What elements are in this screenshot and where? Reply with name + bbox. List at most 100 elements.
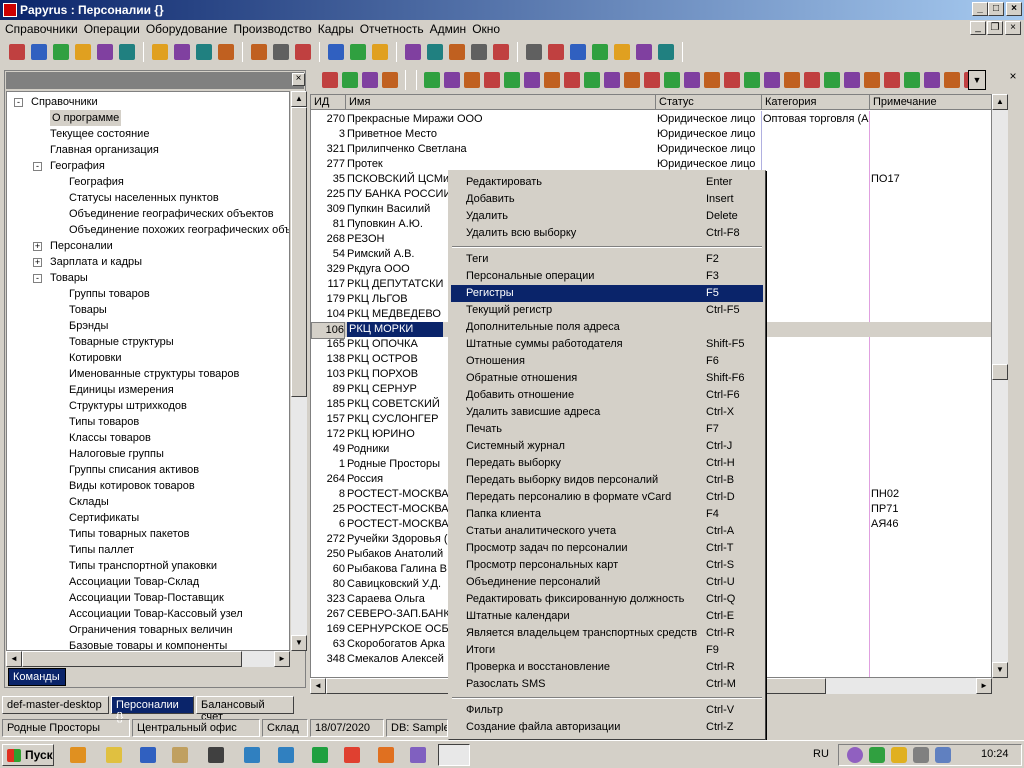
toolbar-icon[interactable] [75, 44, 91, 60]
navigation-pane-close-button[interactable]: × [292, 73, 305, 86]
tree-item[interactable]: Текущее состояние [50, 126, 149, 142]
tree-item[interactable]: География [50, 158, 105, 174]
column-header-note[interactable]: Примечание [870, 95, 991, 110]
context-menu-item[interactable]: Передать персоналию в формате vCard Ctrl-… [451, 489, 763, 506]
toolbar-icon[interactable] [614, 44, 630, 60]
toolbar-icon[interactable] [924, 72, 940, 88]
mdi-close-button[interactable]: × [1005, 21, 1021, 35]
context-menu-item[interactable]: Дополнительные поля адреса [451, 319, 763, 336]
context-menu-item[interactable]: Теги F2 [451, 251, 763, 268]
tray-network-icon[interactable] [891, 747, 907, 763]
taskbar-app-icon[interactable] [70, 747, 86, 763]
tree-vertical-scrollbar[interactable]: ▲ ▼ [291, 91, 307, 651]
tree-item[interactable]: Типы товарных пакетов [69, 526, 189, 542]
toolbar-icon[interactable] [218, 44, 234, 60]
tree-item[interactable]: Ассоциации Товар-Склад [69, 574, 199, 590]
toolbar-icon[interactable] [342, 72, 358, 88]
maximize-button[interactable]: □ [988, 2, 1004, 16]
toolbar-icon[interactable] [97, 44, 113, 60]
tree-item[interactable]: Структуры штрихкодов [69, 398, 187, 414]
context-menu-item[interactable]: Просмотр задач по персоналии Ctrl-T [451, 540, 763, 557]
tree-item[interactable]: Объединение похожих географических объ [69, 222, 289, 238]
toolbar-icon[interactable] [372, 44, 388, 60]
toolbar-icon[interactable] [944, 72, 960, 88]
taskbar-app-icon[interactable] [344, 747, 360, 763]
context-menu-item[interactable]: Редактировать Enter [451, 174, 763, 191]
toolbar-icon[interactable] [273, 44, 289, 60]
app-icon[interactable] [3, 3, 17, 17]
toolbar-icon[interactable] [804, 72, 820, 88]
toolbar-icon[interactable] [484, 72, 500, 88]
context-menu-item[interactable]: Удалить зависшие адреса Ctrl-X [451, 404, 763, 421]
toolbar-icon[interactable] [684, 72, 700, 88]
tree-item[interactable]: Объединение географических объектов [69, 206, 274, 222]
tree-item[interactable]: Сертификаты [69, 510, 139, 526]
tree-item[interactable]: Единицы измерения [69, 382, 174, 398]
toolbar-icon[interactable] [844, 72, 860, 88]
minimize-button[interactable]: _ [972, 2, 988, 16]
tree-item[interactable]: О программе [50, 110, 122, 126]
menu-item[interactable]: Производство [232, 20, 316, 38]
context-menu-item[interactable]: Передать выборку Ctrl-H [451, 455, 763, 472]
scroll-up-icon[interactable]: ▲ [992, 94, 1008, 110]
toolbar-icon[interactable] [295, 44, 311, 60]
toolbar-icon[interactable] [744, 72, 760, 88]
toolbar-icon[interactable] [884, 72, 900, 88]
scroll-thumb[interactable] [992, 364, 1008, 380]
context-menu-item[interactable]: Персональные операции F3 [451, 268, 763, 285]
toolbar-icon[interactable] [636, 44, 652, 60]
taskbar-app-icon[interactable] [244, 747, 260, 763]
table-row[interactable]: 270 Прекрасные Миражи ООО Юридическое лицо… [311, 112, 991, 127]
taskbar-app-icon[interactable] [140, 747, 156, 763]
toolbar-icon[interactable] [724, 72, 740, 88]
tree-item[interactable]: Ассоциации Товар-Поставщик [69, 590, 224, 606]
toolbar-icon[interactable] [644, 72, 660, 88]
context-menu-item[interactable]: Проверка и восстановление Ctrl-R [451, 659, 763, 676]
tree-item[interactable]: Статусы населенных пунктов [69, 190, 219, 206]
tree-item[interactable]: Котировки [69, 350, 122, 366]
tree-item[interactable]: Товарные структуры [69, 334, 174, 350]
tree-item[interactable]: Группы товаров [69, 286, 150, 302]
toolbar-icon[interactable] [548, 44, 564, 60]
context-menu-item[interactable]: Статьи аналитического учета Ctrl-A [451, 523, 763, 540]
tree-expander-icon[interactable]: - [33, 162, 42, 171]
menu-item[interactable]: Админ [429, 20, 472, 38]
tree-item[interactable]: Виды котировок товаров [69, 478, 195, 494]
toolbar-icon[interactable] [174, 44, 190, 60]
toolbar-icon[interactable] [31, 44, 47, 60]
tree-item[interactable]: География [69, 174, 124, 190]
menu-item[interactable]: Отчетность [359, 20, 429, 38]
tree-item[interactable]: Товары [50, 270, 88, 286]
window-tab[interactable]: Балансовый счет [196, 696, 294, 723]
tree-item[interactable]: Типы транспортной упаковки [69, 558, 217, 574]
window-tab[interactable]: def-master-desktop [2, 696, 109, 714]
menu-item[interactable]: Кадры [317, 20, 359, 38]
toolbar-icon[interactable] [544, 72, 560, 88]
toolbar-icon[interactable] [424, 72, 440, 88]
toolbar-icon[interactable] [526, 44, 542, 60]
toolbar-icon[interactable] [504, 72, 520, 88]
context-menu-item[interactable]: Системный журнал Ctrl-J [451, 438, 763, 455]
tree-item[interactable]: Товары [69, 302, 107, 318]
scroll-right-icon[interactable]: ► [976, 678, 992, 694]
toolbar-icon[interactable] [152, 44, 168, 60]
context-menu-item[interactable]: Штатные календари Ctrl-E [451, 608, 763, 625]
toolbar-icon[interactable] [584, 72, 600, 88]
toolbar-icon[interactable] [444, 72, 460, 88]
taskbar-app-icon[interactable] [378, 747, 394, 763]
commands-tab[interactable]: Команды [8, 668, 66, 686]
tree-item[interactable]: Зарплата и кадры [50, 254, 142, 270]
toolbar-icon[interactable] [464, 72, 480, 88]
toolbar-icon[interactable] [471, 44, 487, 60]
mdi-minimize-button[interactable]: _ [970, 21, 986, 35]
column-header-id[interactable]: ИД [311, 95, 346, 110]
tree-item[interactable]: Именованные структуры товаров [69, 366, 239, 382]
toolbar-icon[interactable] [251, 44, 267, 60]
context-menu-item[interactable]: Передать выборку видов персоналий Ctrl-B [451, 472, 763, 489]
toolbar-icon[interactable] [362, 72, 378, 88]
context-menu-item[interactable]: Просмотр персональных карт Ctrl-S [451, 557, 763, 574]
context-menu-item[interactable]: Отношения F6 [451, 353, 763, 370]
scroll-left-icon[interactable]: ◄ [310, 678, 326, 694]
context-menu-item[interactable]: Удалить Delete [451, 208, 763, 225]
tray-update-icon[interactable] [935, 747, 951, 763]
